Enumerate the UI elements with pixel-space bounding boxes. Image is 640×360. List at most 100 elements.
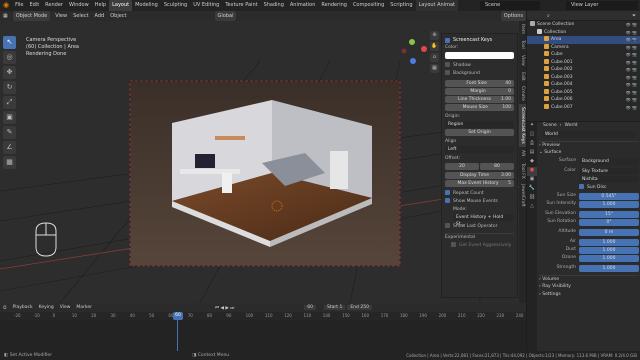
outliner-row[interactable]: Cube.002 👁 📷 [527,66,640,74]
pan-hand-icon[interactable]: ✋ [430,42,439,51]
tab-rendering[interactable]: Rendering [318,0,350,11]
outliner-row[interactable]: Camera 👁 📷 [527,43,640,52]
tab-item[interactable]: Item [519,21,526,37]
tab-compositing[interactable]: Compositing [350,0,387,11]
menu-edit[interactable]: Edit [26,0,42,11]
surface-panel[interactable]: ⌄ Surface [539,149,639,157]
tab-animation[interactable]: Animation [287,0,319,11]
editor-type-icon[interactable]: ▦ [0,11,11,21]
line-thickness-field[interactable]: Line Thickness 1.00 [445,96,514,103]
tab-shading[interactable]: Shading [261,0,287,11]
volume-panel[interactable]: › Volume [539,275,639,283]
view-layer-props-icon[interactable]: ▤ [527,149,537,158]
select-tool-icon[interactable]: ↖ [3,36,16,49]
shadow-checkbox[interactable]: Shadow [445,62,514,70]
world-selector[interactable]: World [542,131,636,138]
menu-file[interactable]: File [12,0,26,11]
offset-y-field[interactable]: 80 [480,163,514,170]
ozone-field[interactable]: 1.000 [579,254,639,262]
visibility-icon[interactable]: 👁 📷 [626,104,637,112]
set-origin-button[interactable]: Set Origin [445,129,514,136]
rotate-tool-icon[interactable]: ↻ [3,81,16,94]
altitude-field[interactable]: 0 m [579,228,639,236]
color-field[interactable]: Sky Texture [579,167,639,175]
tab-tool[interactable]: Tool [519,37,526,52]
tab-screencast-keys[interactable]: Screencast Keys [519,104,526,148]
tab-scripting[interactable]: Scripting [387,0,415,11]
tab-uv-editing[interactable]: UV Editing [190,0,222,11]
outliner-row[interactable]: Cube.005 👁 📷 [527,88,640,97]
tab-an[interactable]: AN [519,147,526,159]
blender-logo-icon[interactable]: ◉ [0,0,12,11]
surface-field[interactable]: Background [579,157,639,165]
render-props-icon[interactable]: ◫ [527,131,537,140]
modifier-props-icon[interactable]: 🔧 [527,185,537,194]
dust-field[interactable]: 1.000 [579,246,639,254]
menu-select[interactable]: Select [70,11,91,21]
visibility-icon[interactable]: 👁 📷 [626,59,637,67]
color-swatch[interactable] [445,52,514,59]
get-event-checkbox[interactable]: Get Event Aggressively [445,242,514,250]
scene-props-icon[interactable]: ◆ [527,158,537,167]
visibility-icon[interactable]: 👁 📷 [626,29,637,37]
cursor-tool-icon[interactable]: ◎ [3,51,16,64]
display-time-field[interactable]: Display Time 3.00 [445,172,514,179]
playback-menu[interactable]: Playback [10,305,36,310]
show-last-operator-checkbox[interactable]: Show Last Operator [445,223,514,231]
visibility-icon[interactable]: 👁 📷 [626,51,637,59]
menu-render[interactable]: Render [42,0,66,11]
origin-select[interactable]: Region [445,121,514,128]
outliner-row[interactable]: Collection 👁 📷 [527,28,640,37]
strength-field[interactable]: 1.000 [579,264,639,272]
grid-view-icon[interactable]: ▦ [430,64,439,73]
mode-select[interactable]: Object Mode [12,11,51,21]
camera-view-icon[interactable]: ⌂ [430,53,439,62]
view-layer-selector[interactable]: View Layer [566,1,638,10]
tab-texture-paint[interactable]: Texture Paint [222,0,260,11]
outliner-row[interactable]: Cube.006 👁 📷 [527,96,640,104]
sun-size-field[interactable]: 0.545° [579,192,639,200]
tool-props-icon[interactable]: ✦ [527,122,537,131]
object-props-icon[interactable]: ▣ [527,176,537,185]
tab-layout-animat[interactable]: Layout Animat [415,0,458,11]
outliner-row[interactable]: Cube 👁 📷 [527,51,640,59]
offset-x-field[interactable]: 20 [445,163,479,170]
max-history-field[interactable]: Max Event History 5 [445,180,514,187]
menu-window[interactable]: Window [66,0,92,11]
orientation-select[interactable]: Global [214,11,237,21]
mode-select[interactable]: Event History + Hold St... [453,214,514,227]
marker-menu[interactable]: Marker [73,305,95,310]
tab-tool-fx[interactable]: Tool FX [519,160,526,182]
scale-tool-icon[interactable]: ⤢ [3,96,16,109]
tab-sculpting[interactable]: Sculpting [161,0,190,11]
sun-intensity-field[interactable]: 1.000 [579,200,639,208]
move-tool-icon[interactable]: ✥ [3,66,16,79]
tab-jewelcraft[interactable]: JewelCraft [519,181,526,210]
end-frame-field[interactable]: End 250 [347,305,372,310]
view-menu[interactable]: View [57,305,74,310]
menu-help[interactable]: Help [92,0,109,11]
filter-icon[interactable]: ⏷ [632,11,640,21]
tab-modeling[interactable]: Modeling [132,0,161,11]
sun-disc-checkbox[interactable]: Sun Disc [539,184,639,192]
outliner-row[interactable]: Scene Collection 👁 📷 [527,21,640,29]
annotate-tool-icon[interactable]: ✎ [3,126,16,139]
menu-object[interactable]: Object [107,11,129,21]
show-mouse-checkbox[interactable]: Show Mouse Events [445,198,514,206]
constraint-props-icon[interactable]: ⛓ [527,194,537,203]
background-checkbox[interactable]: Background [445,70,514,78]
margin-field[interactable]: Margin 0 [445,88,514,95]
outliner-row[interactable]: Area 👁 📷 [527,36,640,44]
measure-tool-icon[interactable]: ∠ [3,141,16,154]
visibility-icon[interactable]: 👁 📷 [626,96,637,104]
start-frame-field[interactable]: Start 1 [324,305,346,310]
current-frame-field[interactable]: 60 [304,305,317,310]
font-size-field[interactable]: Font Size 40 [445,80,514,87]
options-button[interactable]: Options [500,11,526,21]
output-props-icon[interactable]: ⎙ [527,140,537,149]
menu-add[interactable]: Add [92,11,108,21]
visibility-icon[interactable]: 👁 📷 [626,44,637,52]
tab-view[interactable]: View [519,52,526,69]
tab-edit[interactable]: Edit [519,69,526,84]
visibility-icon[interactable]: 👁 📷 [626,36,637,44]
